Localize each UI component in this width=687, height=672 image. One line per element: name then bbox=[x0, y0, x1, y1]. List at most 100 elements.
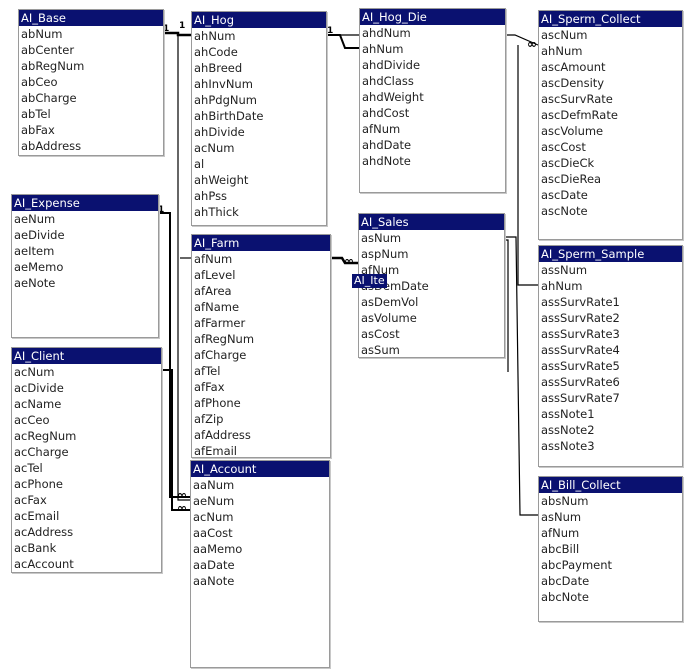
field-row[interactable]: assNote2 bbox=[539, 422, 682, 438]
field-row[interactable]: assSurvRate5 bbox=[539, 358, 682, 374]
field-row[interactable]: ascVolume bbox=[539, 123, 682, 139]
field-row[interactable]: ascAmount bbox=[539, 59, 682, 75]
field-row[interactable]: asNum bbox=[359, 230, 504, 246]
table-title[interactable]: AI_Account bbox=[191, 461, 329, 477]
field-row[interactable]: aeNum bbox=[191, 493, 329, 509]
field-row[interactable]: ahdNum bbox=[360, 25, 505, 41]
table-expense[interactable]: AI_Expense aeNum aeDivide aeItem aeMemo aeNot… bbox=[11, 194, 159, 338]
field-row[interactable]: asNum bbox=[539, 509, 682, 525]
field-row[interactable]: aeItem bbox=[12, 243, 158, 259]
field-row[interactable]: afName bbox=[192, 299, 330, 315]
table-title[interactable]: AI_Base bbox=[19, 10, 163, 26]
field-row[interactable]: afCharge bbox=[192, 347, 330, 363]
table-billcollect[interactable]: AI_Bill_Collect absNum asNum afNum abcBill ab… bbox=[538, 476, 683, 622]
field-row[interactable]: al bbox=[192, 156, 326, 172]
table-spermcollect[interactable]: AI_Sperm_Collect ascNum ahNum ascAmount ascD… bbox=[538, 10, 683, 240]
field-row[interactable]: acBank bbox=[12, 540, 161, 556]
table-ai-ite-title[interactable]: AI_Ite bbox=[352, 274, 387, 288]
field-row[interactable]: abcBill bbox=[539, 541, 682, 557]
table-title[interactable]: AI_Client bbox=[12, 348, 161, 364]
field-row[interactable]: assSurvRate6 bbox=[539, 374, 682, 390]
field-row[interactable]: ascDieCk bbox=[539, 155, 682, 171]
field-row[interactable]: ahdWeight bbox=[360, 89, 505, 105]
field-row[interactable]: abCenter bbox=[19, 42, 163, 58]
field-row[interactable]: ahNum bbox=[192, 28, 326, 44]
field-row[interactable]: aeNote bbox=[12, 275, 158, 291]
field-row[interactable]: asCost bbox=[359, 326, 504, 342]
field-row[interactable]: assSurvRate1 bbox=[539, 294, 682, 310]
field-row[interactable]: afAddress bbox=[192, 427, 330, 443]
field-row[interactable]: ahdDate bbox=[360, 137, 505, 153]
field-row[interactable]: aaDate bbox=[191, 557, 329, 573]
field-row[interactable]: ahBirthDate bbox=[192, 108, 326, 124]
table-title[interactable]: AI_Sales bbox=[359, 214, 504, 230]
field-row[interactable]: ahdClass bbox=[360, 73, 505, 89]
field-row[interactable]: ahdNote bbox=[360, 153, 505, 169]
field-row[interactable]: assSurvRate4 bbox=[539, 342, 682, 358]
field-row[interactable]: afZip bbox=[192, 411, 330, 427]
field-row[interactable]: aeNum bbox=[12, 211, 158, 227]
field-row[interactable]: aaNum bbox=[191, 477, 329, 493]
table-title[interactable]: AI_Sperm_Collect bbox=[539, 11, 682, 27]
field-row[interactable]: acPhone bbox=[12, 476, 161, 492]
field-row[interactable]: acEmail bbox=[12, 508, 161, 524]
field-row[interactable]: aaCost bbox=[191, 525, 329, 541]
field-row[interactable]: abcDate bbox=[539, 573, 682, 589]
field-row[interactable]: ahWeight bbox=[192, 172, 326, 188]
field-row[interactable]: ascDensity bbox=[539, 75, 682, 91]
table-title[interactable]: AI_Hog_Die bbox=[360, 9, 505, 25]
field-row[interactable]: afTel bbox=[192, 363, 330, 379]
field-row[interactable]: acNum bbox=[192, 140, 326, 156]
field-row[interactable]: afNum bbox=[360, 121, 505, 137]
table-spermsample[interactable]: AI_Sperm_Sample assNum ahNum assSurvRate1 as… bbox=[538, 245, 683, 467]
field-row[interactable]: ahDivide bbox=[192, 124, 326, 140]
field-row[interactable]: afFarmer bbox=[192, 315, 330, 331]
field-row[interactable]: ahdDivide bbox=[360, 57, 505, 73]
field-row[interactable]: aaMemo bbox=[191, 541, 329, 557]
field-row[interactable]: aaNote bbox=[191, 573, 329, 589]
field-row[interactable]: abcNote bbox=[539, 589, 682, 605]
field-row[interactable]: acName bbox=[12, 396, 161, 412]
field-row[interactable]: ahPdgNum bbox=[192, 92, 326, 108]
field-row[interactable]: acFax bbox=[12, 492, 161, 508]
table-client[interactable]: AI_Client acNum acDivide acName acCeo acRegNu… bbox=[11, 347, 162, 573]
table-title[interactable]: AI_Expense bbox=[12, 195, 158, 211]
table-farm[interactable]: AI_Farm afNum afLevel afArea afName afFarmer a… bbox=[191, 234, 331, 458]
table-account[interactable]: AI_Account aaNum aeNum acNum aaCost aaMemo aaD… bbox=[190, 460, 330, 668]
field-row[interactable]: afFax bbox=[192, 379, 330, 395]
field-row[interactable]: ahdCost bbox=[360, 105, 505, 121]
field-row[interactable]: acTel bbox=[12, 460, 161, 476]
field-row[interactable]: abRegNum bbox=[19, 58, 163, 74]
field-row[interactable]: abFax bbox=[19, 122, 163, 138]
field-row[interactable]: ahNum bbox=[539, 43, 682, 59]
table-title[interactable]: AI_Sperm_Sample bbox=[539, 246, 682, 262]
field-row[interactable]: afArea bbox=[192, 283, 330, 299]
table-title[interactable]: AI_Hog bbox=[192, 12, 326, 28]
field-row[interactable]: assSurvRate7 bbox=[539, 390, 682, 406]
field-row[interactable]: acNum bbox=[12, 364, 161, 380]
field-row[interactable]: afRegNum bbox=[192, 331, 330, 347]
field-row[interactable]: ascDieRea bbox=[539, 171, 682, 187]
field-row[interactable]: ahPss bbox=[192, 188, 326, 204]
field-row[interactable]: asSum bbox=[359, 342, 504, 358]
field-row[interactable]: abTel bbox=[19, 106, 163, 122]
field-row[interactable]: acCharge bbox=[12, 444, 161, 460]
field-row[interactable]: afNum bbox=[539, 525, 682, 541]
field-row[interactable]: acAddress bbox=[12, 524, 161, 540]
field-row[interactable]: ahNum bbox=[539, 278, 682, 294]
field-row[interactable]: abCharge bbox=[19, 90, 163, 106]
field-row[interactable]: abcPayment bbox=[539, 557, 682, 573]
field-row[interactable]: ascCost bbox=[539, 139, 682, 155]
field-row[interactable]: ahCode bbox=[192, 44, 326, 60]
field-row[interactable]: ascNum bbox=[539, 27, 682, 43]
field-row[interactable]: acRegNum bbox=[12, 428, 161, 444]
field-row[interactable]: afNum bbox=[192, 251, 330, 267]
field-row[interactable]: abNum bbox=[19, 26, 163, 42]
field-row[interactable]: aeDivide bbox=[12, 227, 158, 243]
field-row[interactable]: ahNum bbox=[360, 41, 505, 57]
table-base[interactable]: AI_Base abNum abCenter abRegNum abCeo abCharg… bbox=[18, 9, 164, 156]
field-row[interactable]: ascDate bbox=[539, 187, 682, 203]
table-hogdie[interactable]: AI_Hog_Die ahdNum ahNum ahdDivide ahdClass ah… bbox=[359, 8, 506, 193]
field-row[interactable]: afEmail bbox=[192, 443, 330, 459]
field-row[interactable]: aeMemo bbox=[12, 259, 158, 275]
